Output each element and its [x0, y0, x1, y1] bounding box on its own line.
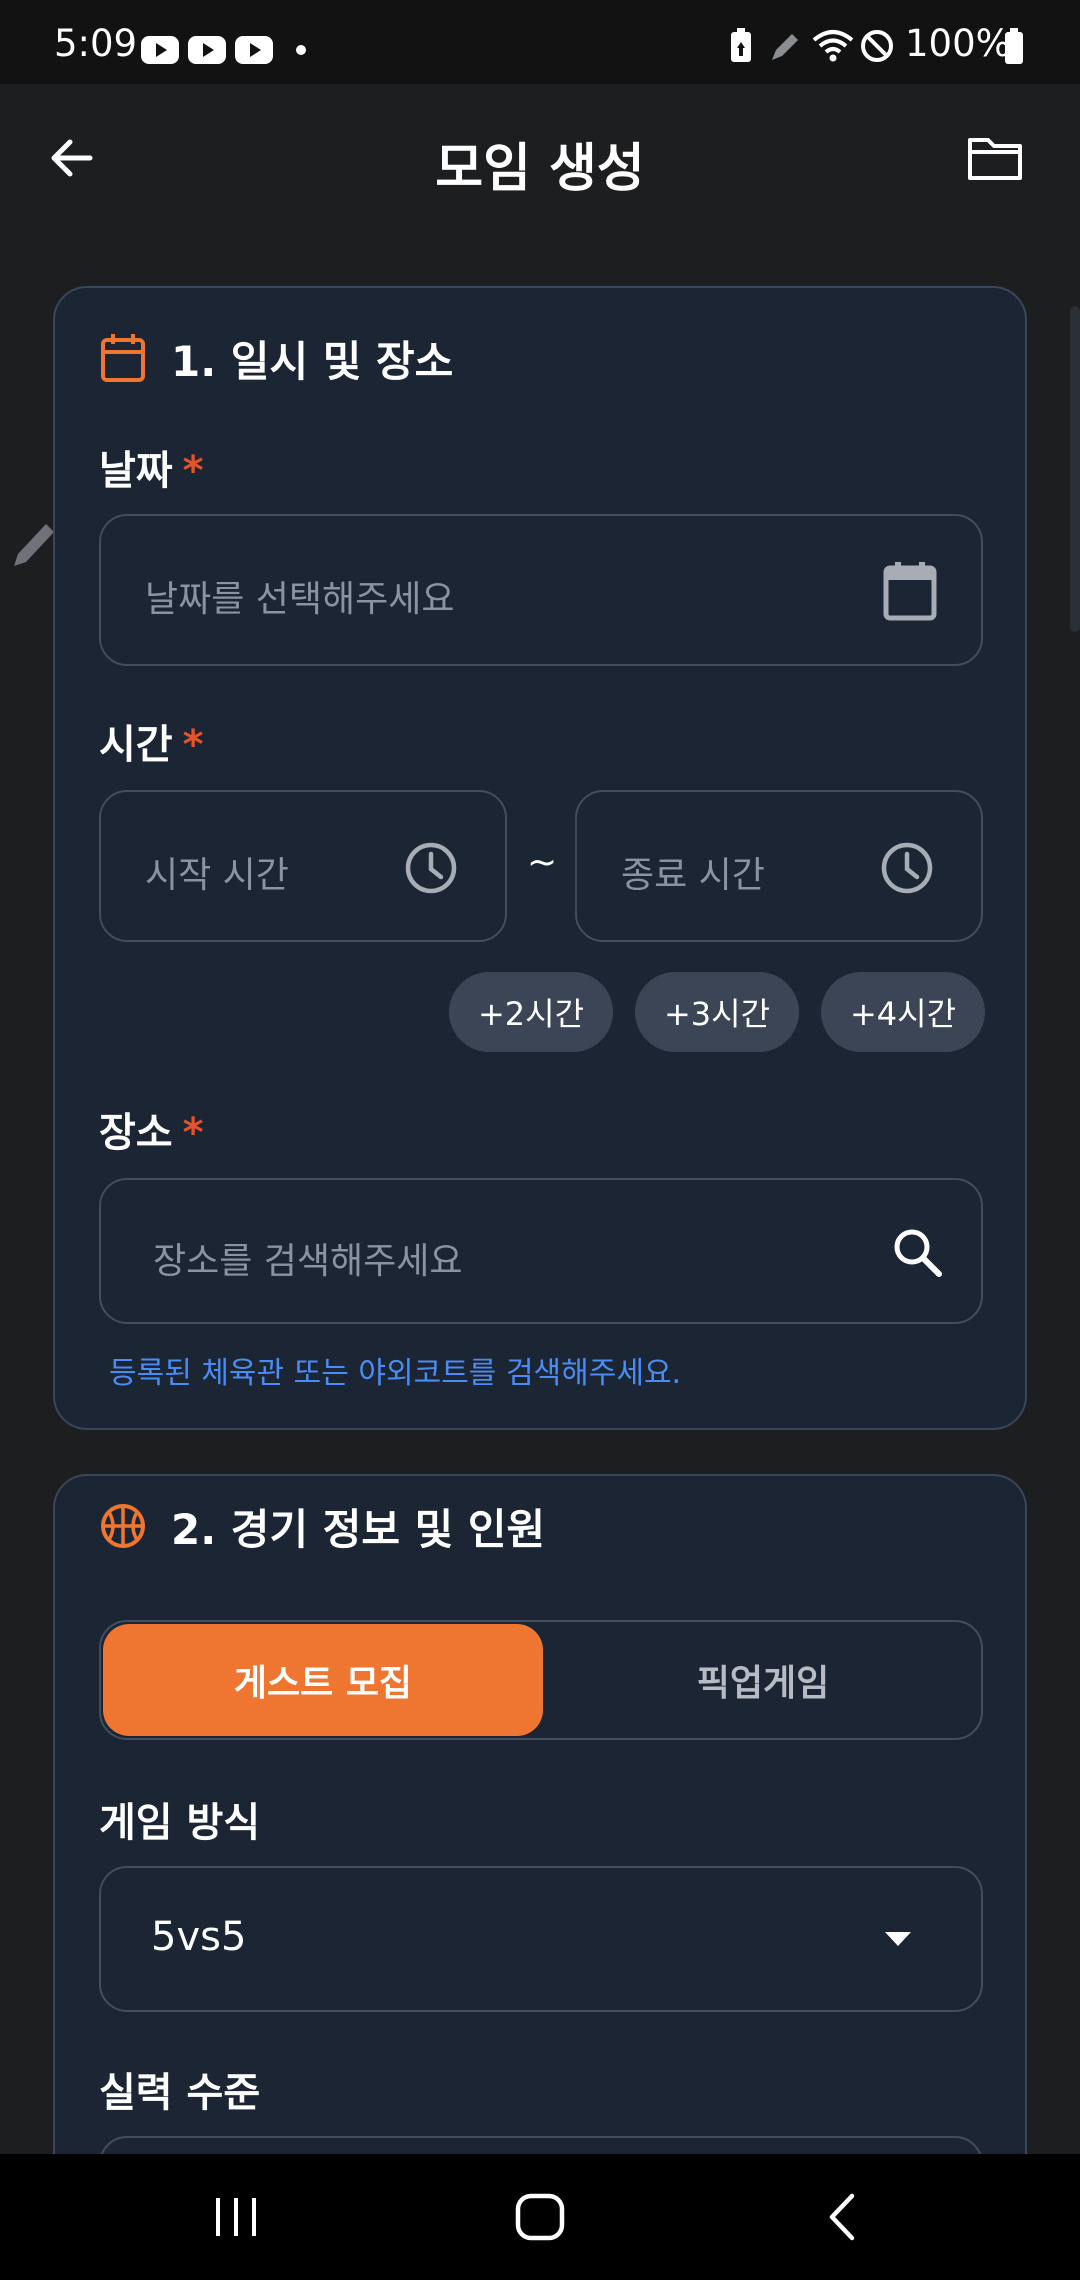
youtube-icon [141, 36, 179, 64]
section-datetime-place-card: 1. 일시 및 장소 날짜 * 날짜를 선택해주세요 시간 * 시작 시간 ~ … [53, 286, 1027, 1430]
end-time-placeholder: 종료 시간 [621, 855, 765, 896]
youtube-icon [235, 36, 273, 64]
game-type-select[interactable]: 5vs5 [99, 1866, 983, 2012]
pen-icon [772, 34, 798, 60]
scroll-handle[interactable] [1070, 306, 1080, 632]
status-bar: 5:09 100% [0, 0, 1080, 84]
navigation-bar [0, 2154, 1080, 2280]
section-game-info-card: 2. 경기 정보 및 인원 게스트 모집 픽업게임 게임 방식 5vs5 실력 … [53, 1474, 1027, 2280]
section1-header: 1. 일시 및 장소 [99, 328, 453, 388]
skill-level-label: 실력 수준 [99, 2070, 261, 2116]
clock-icon [405, 842, 457, 894]
section2-header: 2. 경기 정보 및 인원 [99, 1496, 545, 1556]
time-label: 시간 * [99, 712, 204, 770]
date-placeholder: 날짜를 선택해주세요 [145, 579, 455, 620]
required-mark: * [182, 1110, 204, 1156]
game-type-value: 5vs5 [151, 1914, 247, 1960]
time-separator: ~ [527, 842, 558, 883]
add-3-hours-button[interactable]: +3시간 [635, 972, 799, 1052]
game-type-label: 게임 방식 [99, 1800, 261, 1846]
clock-icon [881, 842, 933, 894]
status-time: 5:09 [54, 22, 138, 65]
home-icon[interactable] [514, 2192, 566, 2242]
time-label-text: 시간 [99, 722, 173, 768]
place-hint: 등록된 체육관 또는 야외코트를 검색해주세요. [109, 1356, 682, 1391]
back-icon[interactable] [822, 2192, 862, 2242]
folder-icon[interactable] [966, 134, 1026, 184]
section2-title: 2. 경기 정보 및 인원 [171, 1504, 546, 1554]
required-mark: * [182, 448, 204, 494]
battery-icon [1005, 28, 1023, 64]
start-time-placeholder: 시작 시간 [145, 855, 289, 896]
tab-pickup-game[interactable]: 픽업게임 [545, 1624, 981, 1736]
date-label: 날짜 * [99, 438, 204, 496]
place-label: 장소 * [99, 1100, 204, 1158]
page-title: 모임 생성 [435, 139, 645, 199]
tab-guest-recruit[interactable]: 게스트 모집 [103, 1624, 543, 1736]
place-placeholder: 장소를 검색해주세요 [153, 1241, 463, 1282]
screen: 5:09 100% 모임 생성 1. 일시 및 장소 날짜 * 날짜를 선택해주… [0, 0, 1080, 2280]
end-time-input[interactable]: 종료 시간 [575, 790, 983, 942]
add-2-hours-button[interactable]: +2시간 [449, 972, 613, 1052]
calendar-icon [883, 562, 937, 621]
dropdown-arrow-icon [885, 1932, 911, 1946]
battery-percent: 100% [905, 22, 1011, 65]
app-bar: 모임 생성 [0, 84, 1080, 234]
date-picker-input[interactable]: 날짜를 선택해주세요 [99, 514, 983, 666]
calendar-icon [101, 334, 145, 382]
date-label-text: 날짜 [99, 448, 173, 494]
notification-dot-icon [296, 45, 306, 55]
section1-title: 1. 일시 및 장소 [171, 336, 454, 386]
place-label-text: 장소 [99, 1110, 173, 1156]
basketball-icon [101, 1504, 145, 1548]
search-icon[interactable] [891, 1226, 945, 1280]
place-search-input[interactable]: 장소를 검색해주세요 [99, 1178, 983, 1324]
wifi-icon [812, 30, 854, 62]
youtube-icon [188, 36, 226, 64]
add-4-hours-button[interactable]: +4시간 [821, 972, 985, 1052]
battery-saver-icon [731, 28, 751, 62]
recruit-mode-toggle: 게스트 모집 픽업게임 [99, 1620, 983, 1740]
start-time-input[interactable]: 시작 시간 [99, 790, 507, 942]
do-not-disturb-icon [861, 30, 893, 62]
required-mark: * [182, 722, 204, 768]
recent-apps-icon[interactable] [212, 2194, 262, 2240]
